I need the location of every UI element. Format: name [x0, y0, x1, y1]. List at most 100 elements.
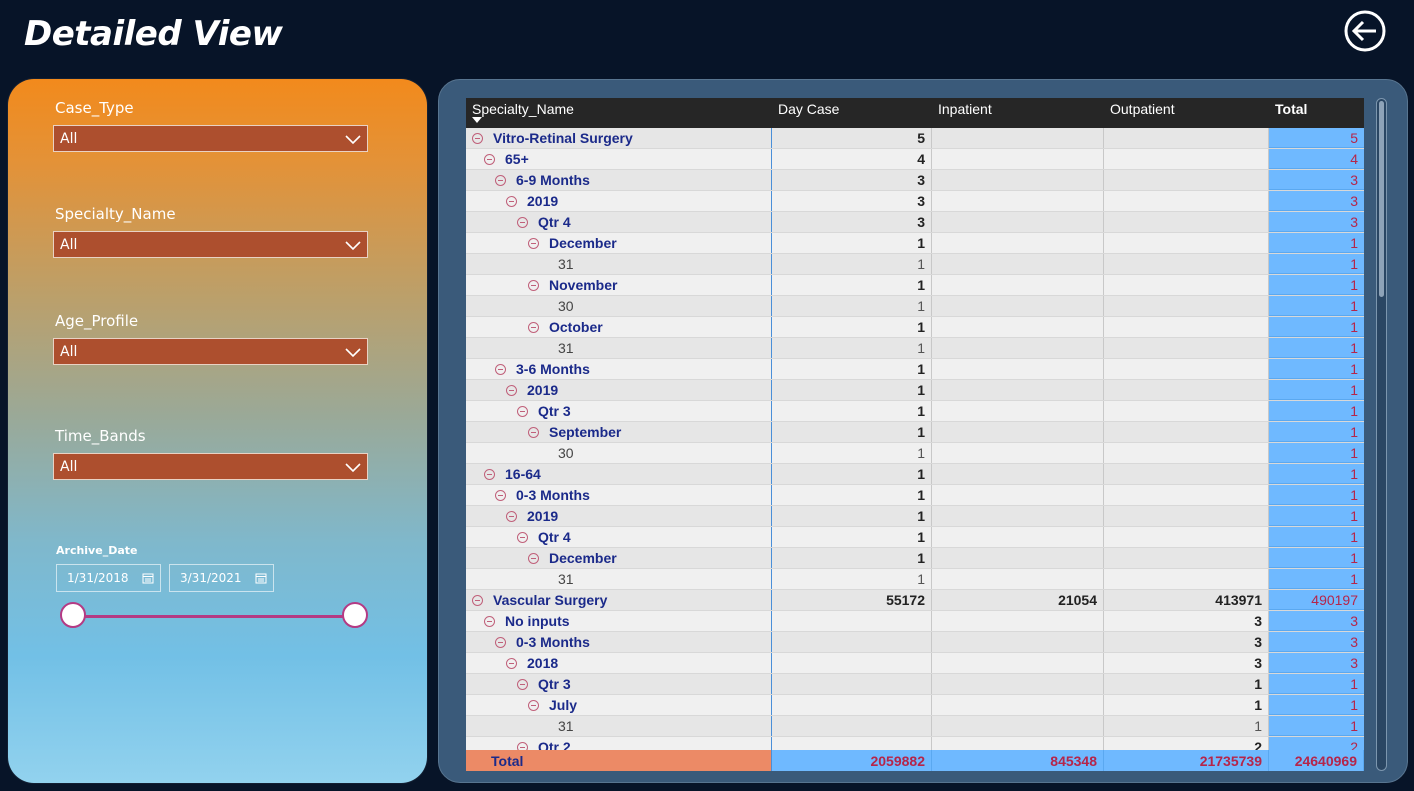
table-row[interactable]: December 1 1	[466, 233, 1364, 254]
collapse-icon[interactable]	[528, 552, 539, 564]
inpatient-cell	[932, 632, 1104, 652]
outpatient-cell: 413971	[1104, 590, 1269, 610]
grand-total-inpatient: 845348	[932, 750, 1104, 771]
collapse-icon[interactable]	[528, 321, 539, 333]
table-row[interactable]: 3-6 Months 1 1	[466, 359, 1364, 380]
outpatient-cell	[1104, 149, 1269, 169]
specialty-name-dropdown[interactable]: All	[53, 231, 368, 258]
scrollbar-thumb[interactable]	[1379, 101, 1384, 297]
case-type-dropdown[interactable]: All	[53, 125, 368, 152]
row-label: Vascular Surgery	[466, 590, 772, 610]
inpatient-cell	[932, 317, 1104, 337]
header-inpatient[interactable]: Inpatient	[932, 98, 1104, 128]
table-row[interactable]: 6-9 Months 3 3	[466, 170, 1364, 191]
day-case-cell: 1	[772, 443, 932, 463]
table-scrollbar[interactable]	[1376, 98, 1387, 771]
collapse-icon[interactable]	[528, 426, 539, 438]
table-row[interactable]: 31 1 1	[466, 569, 1364, 590]
table-row[interactable]: September 1 1	[466, 422, 1364, 443]
collapse-icon[interactable]	[484, 468, 495, 480]
header-total[interactable]: Total	[1269, 98, 1364, 128]
table-row[interactable]: October 1 1	[466, 317, 1364, 338]
archive-date-start[interactable]: 1/31/2018	[56, 564, 161, 592]
header-specialty-name[interactable]: Specialty_Name	[466, 98, 772, 128]
collapse-icon[interactable]	[495, 363, 506, 375]
row-label: December	[466, 233, 772, 253]
table-row[interactable]: 2018 3 3	[466, 653, 1364, 674]
collapse-icon[interactable]	[517, 531, 528, 543]
calendar-icon	[142, 573, 154, 584]
table-row[interactable]: Qtr 311	[466, 674, 1364, 695]
table-row[interactable]: 0-3 Months 1 1	[466, 485, 1364, 506]
collapse-icon[interactable]	[506, 384, 517, 396]
table-row[interactable]: 31 1 1	[466, 338, 1364, 359]
date-slider-track[interactable]	[73, 615, 356, 618]
total-cell: 1	[1269, 380, 1364, 400]
table-row[interactable]: November 1 1	[466, 275, 1364, 296]
day-case-cell: 3	[772, 212, 932, 232]
header-day-case[interactable]: Day Case	[772, 98, 932, 128]
total-cell: 490197	[1269, 590, 1364, 610]
outpatient-cell	[1104, 317, 1269, 337]
total-cell: 3	[1269, 653, 1364, 673]
back-button[interactable]	[1344, 10, 1386, 52]
collapse-icon[interactable]	[517, 678, 528, 690]
collapse-icon[interactable]	[506, 657, 517, 669]
inpatient-cell	[932, 149, 1104, 169]
header-outpatient[interactable]: Outpatient	[1104, 98, 1269, 128]
table-row[interactable]: 2019 1 1	[466, 380, 1364, 401]
collapse-icon[interactable]	[528, 279, 539, 291]
collapse-icon[interactable]	[517, 405, 528, 417]
table-row[interactable]: 0-3 Months 3 3	[466, 632, 1364, 653]
collapse-icon[interactable]	[506, 195, 517, 207]
table-row[interactable]: Vascular Surgery 55172 21054 413971 490197	[466, 590, 1364, 611]
table-row[interactable]: December 1 1	[466, 548, 1364, 569]
collapse-icon[interactable]	[484, 153, 495, 165]
collapse-icon[interactable]	[495, 489, 506, 501]
table-row[interactable]: Vitro-Retinal Surgery 5 5	[466, 128, 1364, 149]
row-label: 31	[466, 338, 772, 358]
collapse-icon[interactable]	[528, 699, 539, 711]
table-row[interactable]: 30 1 1	[466, 443, 1364, 464]
collapse-icon[interactable]	[495, 636, 506, 648]
table-row[interactable]: 31 1 1	[466, 254, 1364, 275]
table-row[interactable]: July 1 1	[466, 695, 1364, 716]
matrix-table[interactable]: Specialty_Name Day Case Inpatient Outpat…	[466, 98, 1364, 771]
collapse-icon[interactable]	[472, 594, 483, 606]
time-bands-dropdown[interactable]: All	[53, 453, 368, 480]
inpatient-cell	[932, 359, 1104, 379]
outpatient-cell	[1104, 212, 1269, 232]
collapse-icon[interactable]	[517, 216, 528, 228]
table-row[interactable]: 30 1 1	[466, 296, 1364, 317]
table-row[interactable]: 16-64 1 1	[466, 464, 1364, 485]
age-profile-dropdown[interactable]: All	[53, 338, 368, 365]
day-case-cell: 1	[772, 380, 932, 400]
matrix-header: Specialty_Name Day Case Inpatient Outpat…	[466, 98, 1364, 128]
date-slider-end-handle[interactable]	[342, 602, 368, 628]
collapse-icon[interactable]	[484, 615, 495, 627]
table-row[interactable]: 31 1 1	[466, 716, 1364, 737]
table-row[interactable]: Qtr 4 3 3	[466, 212, 1364, 233]
table-row[interactable]: 2019 1 1	[466, 506, 1364, 527]
collapse-icon[interactable]	[495, 174, 506, 186]
table-row[interactable]: 2019 3 3	[466, 191, 1364, 212]
outpatient-cell	[1104, 254, 1269, 274]
specialty-name-label: Specialty_Name	[55, 205, 176, 223]
table-row[interactable]: Qtr 311	[466, 401, 1364, 422]
collapse-icon[interactable]	[472, 132, 483, 144]
grand-total-outpatient: 21735739	[1104, 750, 1269, 771]
total-cell: 5	[1269, 128, 1364, 148]
row-label: 65+	[466, 149, 772, 169]
total-cell: 3	[1269, 632, 1364, 652]
collapse-icon[interactable]	[528, 237, 539, 249]
date-slider-start-handle[interactable]	[60, 602, 86, 628]
table-row[interactable]: 65+ 4 4	[466, 149, 1364, 170]
outpatient-cell	[1104, 464, 1269, 484]
table-row[interactable]: Qtr 4 1 1	[466, 527, 1364, 548]
row-label-text: October	[549, 319, 603, 335]
collapse-icon[interactable]	[506, 510, 517, 522]
archive-date-end[interactable]: 3/31/2021	[169, 564, 274, 592]
table-row[interactable]: No inputs 3 3	[466, 611, 1364, 632]
row-label-text: Qtr 3	[538, 403, 571, 419]
row-label-text: November	[549, 277, 618, 293]
